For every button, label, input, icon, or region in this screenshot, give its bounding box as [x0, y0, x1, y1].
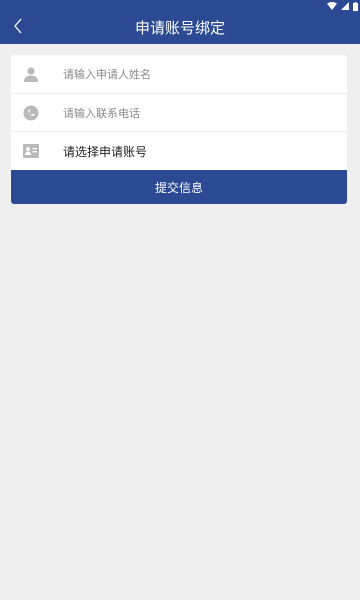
person-icon	[21, 64, 41, 84]
phone-row	[11, 94, 347, 132]
wifi-icon	[327, 2, 337, 10]
bind-form-card: 请选择申请账号	[11, 55, 347, 170]
name-row	[11, 55, 347, 93]
status-bar	[0, 0, 360, 12]
battery-icon	[353, 1, 358, 11]
page-title: 申请账号绑定	[134, 19, 225, 37]
phone-icon	[21, 103, 41, 123]
signal-icon	[341, 2, 349, 10]
id-card-icon	[21, 141, 41, 161]
status-icons	[327, 0, 358, 12]
account-select-label[interactable]: 请选择申请账号	[63, 143, 147, 160]
submit-button[interactable]: 提交信息	[11, 170, 347, 204]
contact-phone-input[interactable]	[63, 101, 333, 125]
applicant-name-input[interactable]	[63, 62, 333, 86]
account-select-row[interactable]: 请选择申请账号	[11, 132, 347, 170]
app-header: 申请账号绑定	[0, 12, 360, 44]
